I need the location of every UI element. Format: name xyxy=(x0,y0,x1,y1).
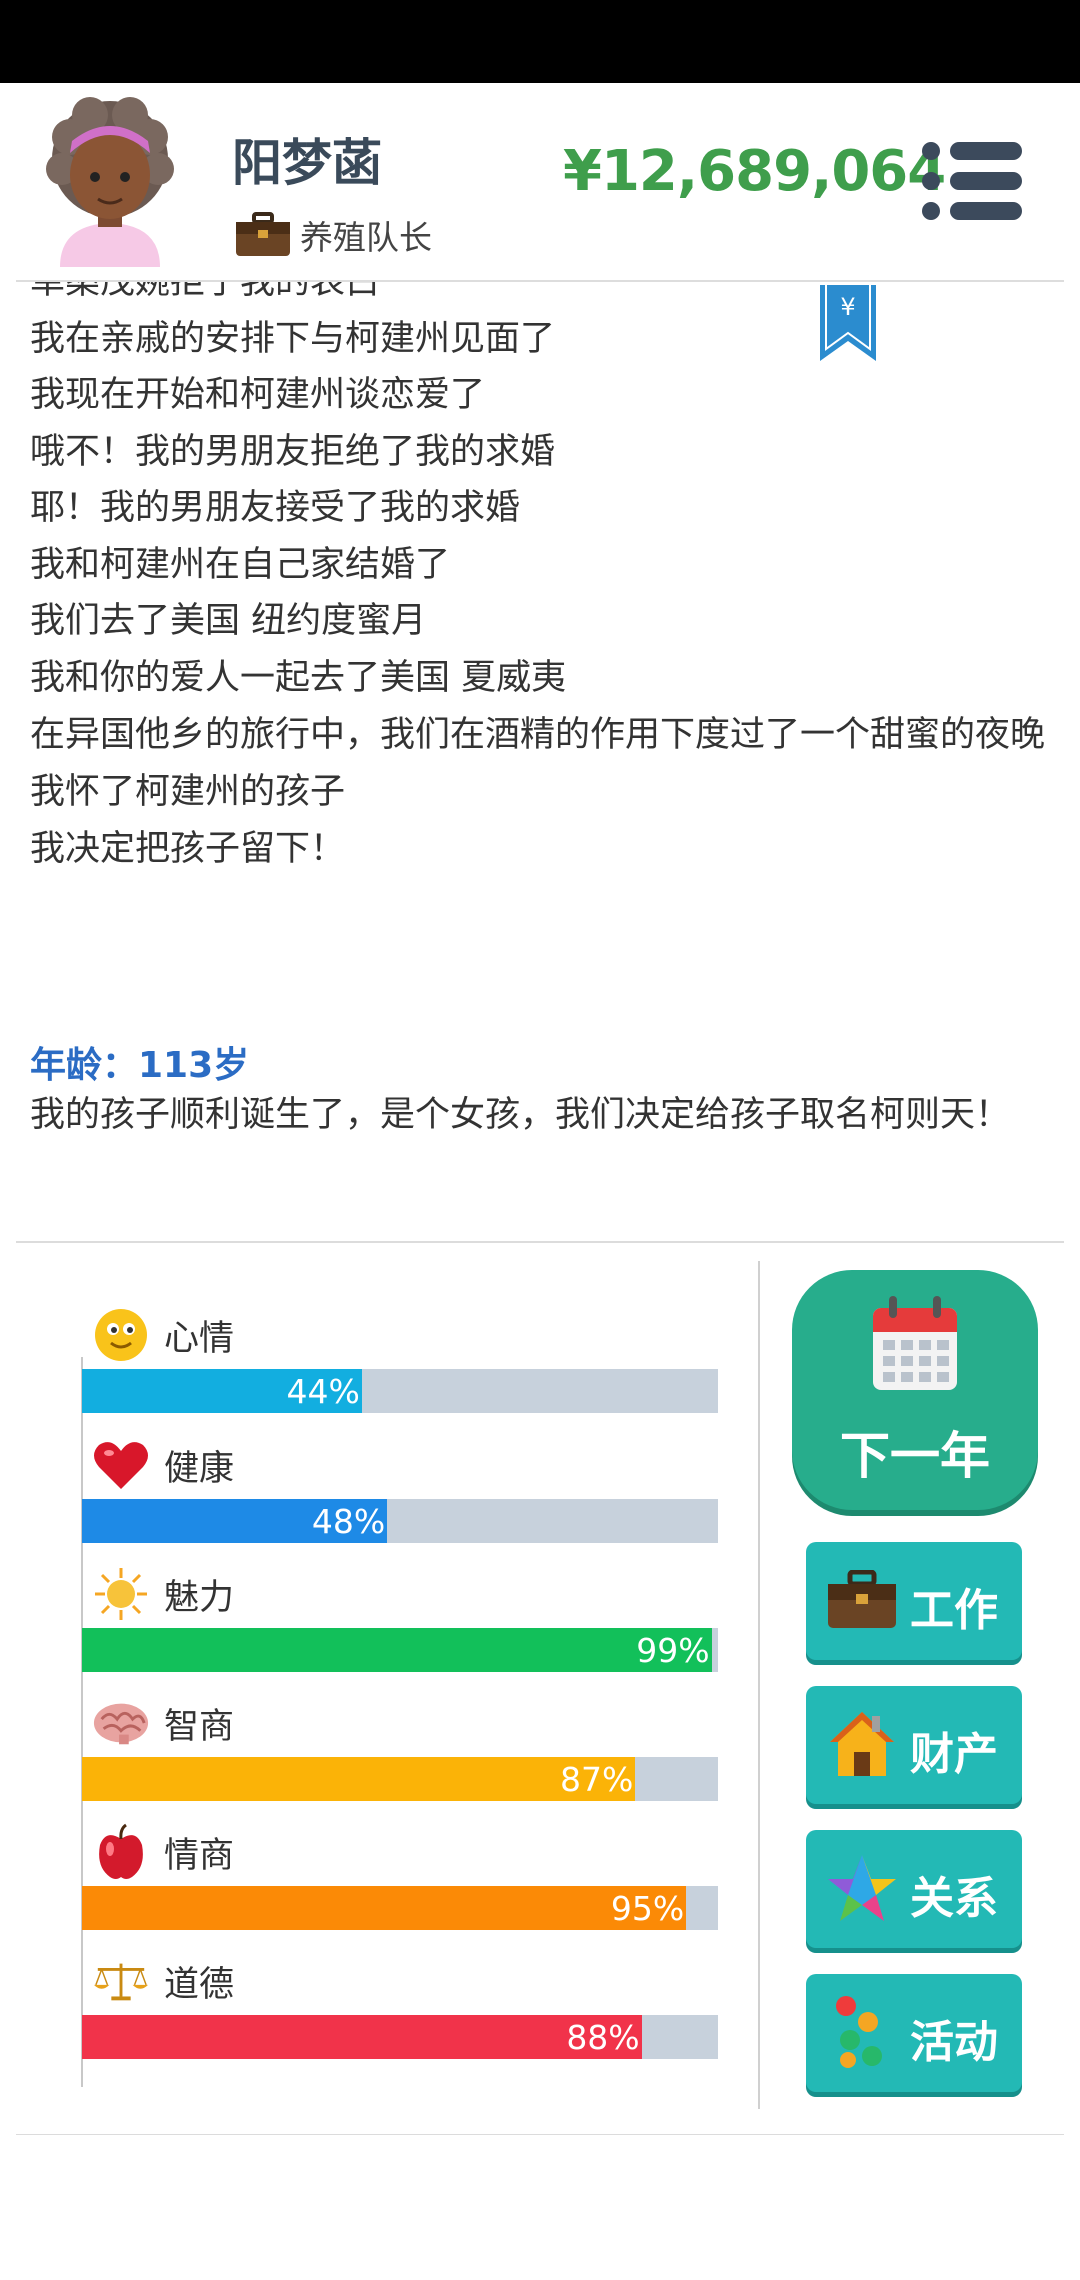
stat-bar-fill: 44% xyxy=(82,1369,362,1413)
stat-morality: 道德 88% xyxy=(82,1951,718,2059)
stat-percent: 48% xyxy=(311,1502,386,1541)
stat-label: 心情 xyxy=(164,1318,235,1359)
stat-percent: 95% xyxy=(610,1889,685,1928)
avatar[interactable] xyxy=(40,97,180,267)
star-icon xyxy=(824,1848,900,1928)
stat-eq: 情商 95% xyxy=(82,1822,718,1930)
stat-label: 健康 xyxy=(164,1448,235,1489)
stat-bar-fill: 48% xyxy=(82,1499,388,1543)
log-line: 我和柯建州在自己家结婚了 xyxy=(30,544,451,585)
stat-bar: 87% xyxy=(82,1757,718,1801)
relations-label: 关系 xyxy=(910,1873,998,1924)
smiley-icon xyxy=(92,1306,150,1364)
player-name: 阳梦菡 xyxy=(232,134,382,192)
log-line: 在异国他乡的旅行中，我们在酒精的作用下度过了一个甜蜜的夜晚 xyxy=(30,715,1046,755)
heart-icon xyxy=(92,1436,150,1494)
log-line: 我决定把孩子留下！ xyxy=(30,828,346,869)
current-event: 我的孩子顺利诞生了，是个女孩，我们决定给孩子取名柯则天！ xyxy=(30,1095,1011,1135)
scales-icon xyxy=(92,1952,150,2010)
stat-percent: 44% xyxy=(286,1372,360,1411)
log-line: 我和你的爱人一起去了美国 夏威夷 xyxy=(30,657,567,698)
panel-divider xyxy=(758,1261,760,2109)
briefcase-icon xyxy=(824,1560,900,1640)
bottom-divider xyxy=(16,2134,1064,2135)
calendar-icon xyxy=(873,1296,957,1390)
bookmark-symbol: ¥ xyxy=(840,293,855,321)
header: 阳梦菡 养殖队长 ¥12,689,064 xyxy=(0,83,1080,281)
work-label: 工作 xyxy=(910,1585,998,1636)
next-year-button[interactable]: 下一年 xyxy=(792,1270,1038,1510)
status-bar xyxy=(0,0,1080,83)
activity-dots-icon xyxy=(824,1992,900,2072)
log-line: 我在亲戚的安排下与柯建州见面了 xyxy=(30,318,556,359)
money-display: ¥12,689,064 xyxy=(563,139,946,204)
log-line: 我们去了美国 纽约度蜜月 xyxy=(30,601,427,641)
brain-icon xyxy=(92,1694,150,1752)
stat-bar: 88% xyxy=(82,2015,718,2059)
stat-percent: 99% xyxy=(636,1631,710,1670)
log-line: 我现在开始和柯建州谈恋爱了 xyxy=(30,375,486,415)
next-year-label: 下一年 xyxy=(840,1427,990,1485)
stat-bar-fill: 88% xyxy=(82,2015,642,2059)
menu-icon[interactable] xyxy=(920,139,1024,223)
stat-bar: 99% xyxy=(82,1628,718,1672)
stat-bar-fill: 87% xyxy=(82,1757,636,1801)
work-button[interactable]: 工作 xyxy=(806,1542,1022,1660)
stat-health: 健康 48% xyxy=(82,1435,718,1543)
log-line: 单桑茂婉拒了我的表白 xyxy=(30,282,381,302)
stat-bar: 44% xyxy=(82,1369,718,1413)
stat-mood: 心情 44% xyxy=(82,1305,718,1413)
property-button[interactable]: 财产 xyxy=(806,1686,1022,1804)
activities-button[interactable]: 活动 xyxy=(806,1974,1022,2092)
stat-label: 道德 xyxy=(164,1964,235,2005)
sun-icon xyxy=(92,1565,150,1623)
stat-label: 魅力 xyxy=(164,1577,235,1618)
stat-label: 情商 xyxy=(164,1835,235,1876)
activities-label: 活动 xyxy=(910,2017,998,2068)
apple-icon xyxy=(92,1823,150,1881)
log-line: 耶！我的男朋友接受了我的求婚 xyxy=(30,488,521,528)
stat-percent: 88% xyxy=(566,2018,640,2057)
section-divider xyxy=(16,1241,1064,1243)
stat-bar: 48% xyxy=(82,1499,718,1543)
briefcase-icon xyxy=(236,212,290,256)
stat-label: 智商 xyxy=(164,1706,235,1747)
money-bookmark-icon[interactable]: ¥ xyxy=(820,285,876,361)
stat-iq: 智商 87% xyxy=(82,1693,718,1801)
stat-charm: 魅力 99% xyxy=(82,1564,718,1672)
job-row: 养殖队长 xyxy=(234,211,432,259)
stat-bar: 95% xyxy=(82,1886,718,1930)
stat-bar-fill: 99% xyxy=(82,1628,712,1672)
property-label: 财产 xyxy=(910,1729,998,1780)
stat-bar-fill: 95% xyxy=(82,1886,687,1930)
age-label: 年龄：113岁 xyxy=(30,1045,250,1086)
log-line: 哦不！我的男朋友拒绝了我的求婚 xyxy=(30,431,556,472)
house-icon xyxy=(824,1704,900,1784)
job-title: 养殖队长 xyxy=(300,218,432,257)
log-line: 我怀了柯建州的孩子 xyxy=(30,772,346,812)
stat-percent: 87% xyxy=(559,1760,634,1799)
relations-button[interactable]: 关系 xyxy=(806,1830,1022,1948)
